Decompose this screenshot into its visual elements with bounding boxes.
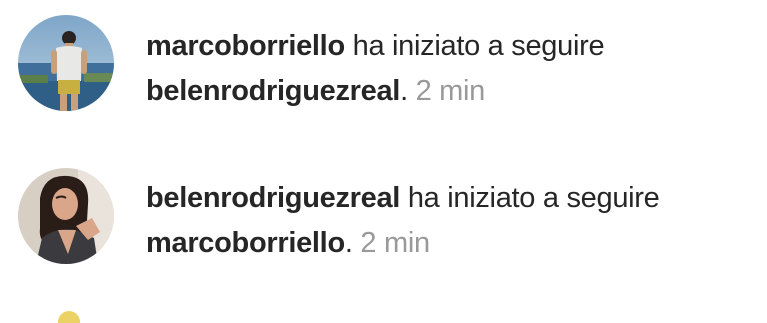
- activity-item[interactable]: marcoborriello ha iniziato a seguire bel…: [0, 0, 767, 150]
- avatar[interactable]: [18, 168, 114, 264]
- avatar[interactable]: [18, 15, 114, 111]
- actor-username[interactable]: belenrodriguezreal: [146, 182, 400, 214]
- profile-photo-man-standing-by-sea-icon: [18, 15, 114, 111]
- actor-username[interactable]: marcoborriello: [146, 30, 345, 62]
- action-text: ha iniziato a seguire: [352, 30, 605, 62]
- target-username[interactable]: marcoborriello: [146, 227, 345, 259]
- activity-feed: marcoborriello ha iniziato a seguire bel…: [0, 0, 767, 323]
- activity-item[interactable]: belenrodriguezreal ha iniziato a seguire…: [0, 150, 767, 300]
- target-username[interactable]: belenrodriguezreal: [146, 75, 400, 107]
- timestamp: 2 min: [415, 75, 486, 107]
- period: .: [344, 227, 353, 259]
- avatar[interactable]: [58, 311, 80, 323]
- period: .: [400, 75, 408, 107]
- activity-text: marcoborriello ha iniziato a seguire bel…: [146, 24, 746, 114]
- activity-text: belenrodriguezreal ha iniziato a seguire…: [146, 176, 746, 266]
- action-text: ha iniziato a seguire: [407, 182, 660, 214]
- profile-photo-woman-dark-hair-icon: [18, 168, 114, 264]
- timestamp: 2 min: [360, 227, 430, 259]
